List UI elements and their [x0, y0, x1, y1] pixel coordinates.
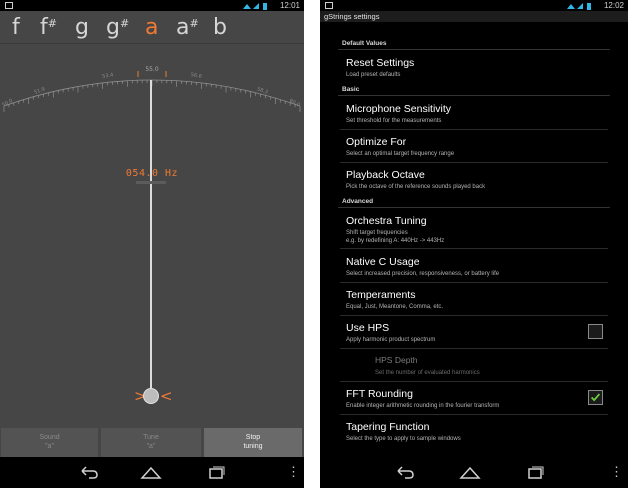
scale-label-center: 55.0	[145, 66, 159, 73]
fft-checkbox[interactable]	[588, 390, 603, 405]
pref-orchestra-tuning[interactable]: Orchestra Tuning Shift target frequencie…	[320, 210, 628, 249]
tuning-scale: 55.0 53.4 51.9 50.0 56.6 58.3 60.0	[1, 66, 301, 112]
pref-temperaments[interactable]: Temperaments Equal, Just, Meantone, Comm…	[320, 284, 628, 316]
nav-bar: ⋮	[0, 457, 304, 488]
pref-fft-rounding[interactable]: FFT Rounding Enable integer arithmetic r…	[320, 383, 628, 415]
settings-title: gStrings settings	[320, 11, 628, 22]
scale-label: 60.0	[288, 98, 301, 109]
tuner-screen: 12:01 f f# g g# a a# b 55.0 53.4 51.9 50…	[0, 0, 304, 488]
notification-image-icon	[325, 2, 333, 9]
recent-apps-icon[interactable]	[523, 457, 547, 488]
status-bar: 12:02	[320, 0, 628, 11]
pref-use-hps[interactable]: Use HPS Apply harmonic product spectrum	[320, 317, 628, 349]
hps-checkbox[interactable]	[588, 324, 603, 339]
category-advanced: Advanced	[338, 196, 610, 208]
pref-optimize-for[interactable]: Optimize For Select an optimal target fr…	[320, 131, 628, 163]
sound-button[interactable]: Sound "a"	[1, 428, 98, 457]
overflow-menu-icon[interactable]: ⋮	[287, 464, 300, 480]
tuner-needle	[150, 80, 152, 388]
note-f[interactable]: f	[12, 15, 20, 40]
note-selector: f f# g g# a a# b	[0, 11, 304, 44]
pref-tapering-function[interactable]: Tapering Function Select the type to app…	[320, 416, 628, 446]
pref-hps-depth: HPS Depth Set the number of evaluated ha…	[320, 350, 628, 382]
pref-microphone-sensitivity[interactable]: Microphone Sensitivity Set threshold for…	[320, 98, 628, 130]
frequency-readout: 054.0 Hz	[125, 168, 179, 179]
back-arrow-icon[interactable]	[76, 457, 100, 488]
pref-native-c-usage[interactable]: Native C Usage Select increased precisio…	[320, 251, 628, 283]
overflow-menu-icon[interactable]: ⋮	[610, 464, 623, 480]
home-icon[interactable]	[138, 457, 164, 488]
wifi-signal-battery-icon	[567, 3, 591, 10]
scale-label: 56.6	[190, 72, 202, 80]
category-default-values: Default Values	[338, 38, 610, 50]
note-b[interactable]: b	[213, 15, 227, 40]
pref-reset-settings[interactable]: Reset Settings Load preset defaults	[320, 52, 628, 82]
stop-tuning-button[interactable]: Stop tuning	[204, 428, 302, 457]
notification-image-icon	[5, 2, 13, 9]
status-clock: 12:01	[279, 1, 300, 10]
scale-label: 53.4	[102, 72, 114, 80]
nav-bar: ⋮	[320, 457, 628, 488]
note-g[interactable]: g	[75, 15, 89, 40]
status-clock: 12:02	[603, 1, 624, 10]
status-bar: 12:01	[0, 0, 304, 11]
pref-playback-octave[interactable]: Playback Octave Pick the octave of the r…	[320, 164, 628, 194]
needle-pivot-knob	[143, 388, 159, 404]
frequency-underline	[136, 181, 166, 184]
bracket-right-icon: <	[160, 387, 173, 405]
wifi-signal-battery-icon	[243, 3, 267, 10]
back-arrow-icon[interactable]	[392, 457, 416, 488]
settings-screen: 12:02 gStrings settings Default Values R…	[320, 0, 628, 488]
checkmark-icon	[590, 393, 601, 402]
tuner-button-bar: Sound "a" Tune "a" Stop tuning	[0, 428, 304, 457]
note-a-sharp[interactable]: a#	[176, 15, 199, 40]
note-a[interactable]: a	[145, 15, 158, 40]
scale-label: 50.0	[1, 98, 14, 109]
home-icon[interactable]	[457, 457, 483, 488]
category-basic: Basic	[338, 84, 610, 96]
recent-apps-icon[interactable]	[204, 457, 228, 488]
note-f-sharp[interactable]: f#	[40, 15, 57, 40]
tune-button[interactable]: Tune "a"	[101, 428, 201, 457]
note-g-sharp[interactable]: g#	[106, 15, 129, 40]
scale-label: 51.9	[33, 86, 46, 95]
